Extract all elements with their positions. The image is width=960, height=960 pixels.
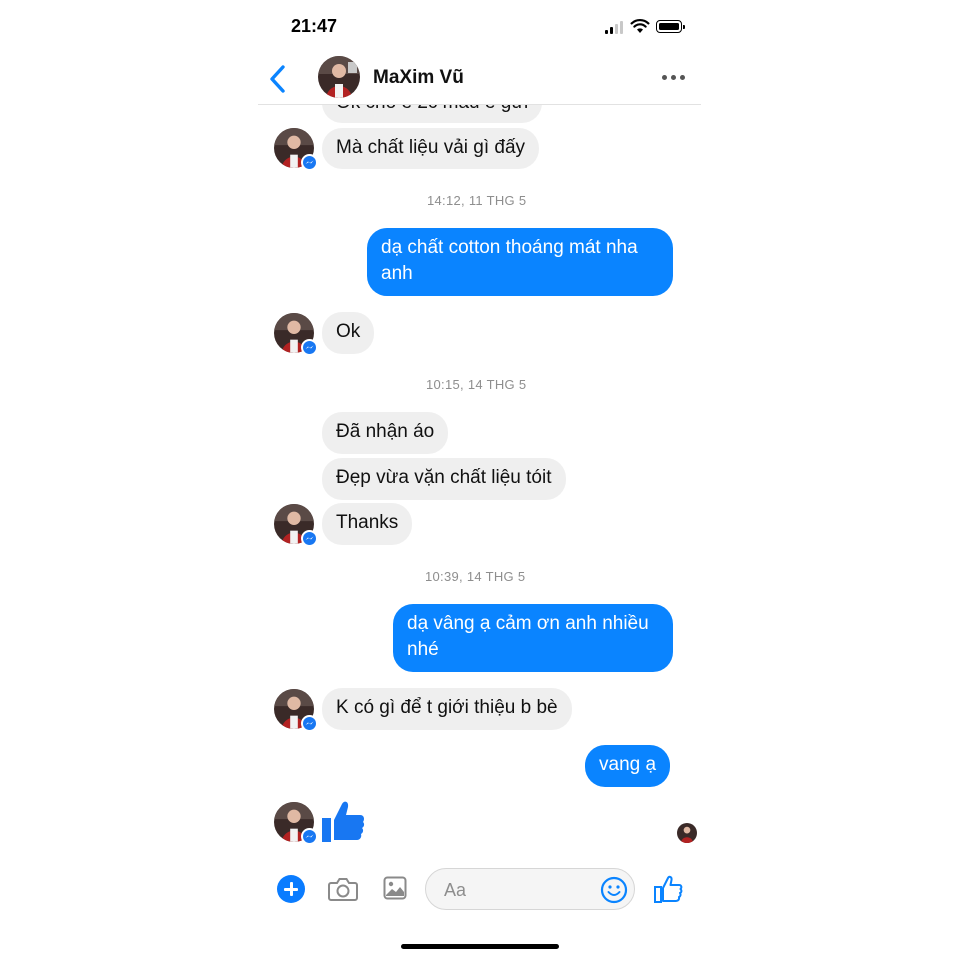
home-indicator (401, 944, 559, 949)
message-bubble-outgoing[interactable]: vang ạ (585, 745, 671, 787)
sender-avatar (274, 313, 318, 356)
messenger-badge-icon (301, 339, 318, 356)
seen-avatar (677, 823, 697, 843)
camera-icon[interactable] (328, 876, 358, 902)
messenger-badge-icon (301, 828, 318, 845)
message-bubble-incoming[interactable]: Ok cho e 2c màu ê gửi (322, 105, 543, 123)
message-bubble-incoming[interactable]: Ok (322, 312, 375, 354)
message-bubble-outgoing[interactable]: dạ vâng ạ cảm ơn anh nhiều nhé (393, 604, 673, 672)
message-bubble-incoming[interactable]: Thanks (322, 503, 413, 545)
message-input[interactable] (442, 877, 596, 903)
message-timestamp: 14:12, 11 THG 5 (427, 193, 527, 208)
contact-avatar[interactable] (318, 56, 360, 98)
message-bubble-outgoing[interactable]: dạ chất cotton thoáng mát nha anh (367, 228, 673, 296)
messenger-badge-icon (301, 530, 318, 547)
battery-icon (656, 20, 685, 33)
cellular-signal-icon (605, 21, 627, 34)
messenger-badge-icon (301, 154, 318, 171)
plus-icon[interactable] (277, 875, 305, 903)
status-time: 21:47 (291, 16, 338, 36)
message-timestamp: 10:15, 14 THG 5 (426, 377, 527, 392)
sender-avatar (274, 504, 318, 547)
more-dots-icon[interactable] (662, 70, 686, 84)
message-bubble-incoming[interactable]: Đẹp vừa vặn chất liệu tóit (322, 458, 566, 500)
gallery-icon[interactable] (383, 876, 407, 900)
message-bubble-incoming[interactable]: K có gì để t giới thiệu b bè (322, 688, 572, 730)
like-thumb-icon[interactable] (320, 798, 366, 844)
message-bubble-incoming[interactable]: Đã nhận áo (322, 412, 449, 454)
message-bubble-incoming[interactable]: Mà chất liệu vải gì đấy (322, 128, 540, 169)
message-list[interactable]: Ok cho e 2c màu ê gửi Mà chất liệu vải g… (258, 105, 701, 850)
sender-avatar (274, 689, 318, 732)
back-chevron-icon[interactable] (268, 64, 288, 94)
sender-avatar (274, 128, 318, 171)
contact-name[interactable]: MaXim Vũ (373, 67, 464, 89)
emoji-icon[interactable] (600, 876, 628, 904)
messenger-badge-icon (301, 715, 318, 732)
message-timestamp: 10:39, 14 THG 5 (425, 569, 526, 584)
like-thumb-icon[interactable] (653, 874, 683, 904)
sender-avatar (274, 802, 318, 845)
wifi-icon (630, 19, 650, 33)
